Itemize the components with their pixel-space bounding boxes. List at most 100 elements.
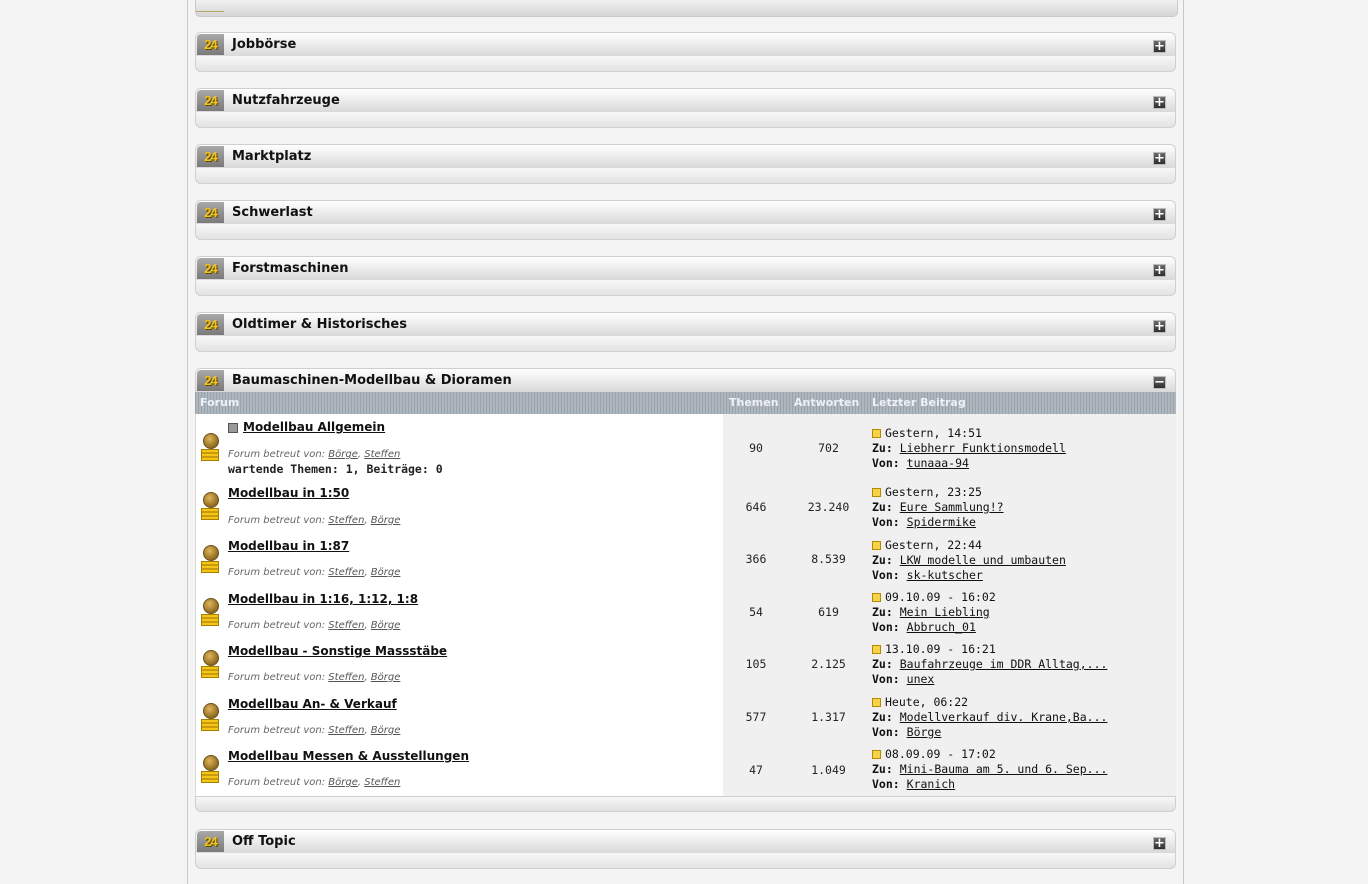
last-post-author-link[interactable]: sk-kutscher xyxy=(907,568,983,582)
forum-link[interactable]: Modellbau - Sonstige Massstäbe xyxy=(228,644,447,658)
post-icon xyxy=(872,698,881,707)
expand-icon[interactable]: + xyxy=(1153,152,1166,165)
category-off-topic: 24 Off Topic + xyxy=(195,829,1176,869)
last-post: 08.09.09 - 17:02 Zu: Mini-Bauma am 5. un… xyxy=(872,747,1108,791)
category-oldtimer: 24 Oldtimer & Historisches + xyxy=(195,312,1176,352)
category-badge-icon: 24 xyxy=(197,831,224,852)
forum-link[interactable]: Modellbau Allgemein xyxy=(243,420,385,434)
moderator-link[interactable]: Börge xyxy=(328,777,358,788)
forum-status-icon xyxy=(201,598,221,632)
forum-link[interactable]: Modellbau in 1:16, 1:12, 1:8 xyxy=(228,592,418,606)
category-title[interactable]: Marktplatz xyxy=(232,149,311,164)
forum-link[interactable]: Modellbau Messen & Ausstellungen xyxy=(228,749,469,763)
forum-status-icon xyxy=(201,433,221,467)
last-post-author-link[interactable]: unex xyxy=(907,672,935,686)
moderator-link[interactable]: Steffen xyxy=(328,515,364,526)
last-post-topic-link[interactable]: Liebherr Funktionsmodell xyxy=(900,441,1066,455)
column-letzter-beitrag: Letzter Beitrag xyxy=(872,396,966,409)
last-post-author-link[interactable]: Abbruch_01 xyxy=(907,620,976,634)
forum-moderators: Forum betreut von: Steffen, Börge xyxy=(228,567,401,578)
antworten-count: 1.317 xyxy=(811,710,846,724)
subforum-icon xyxy=(228,423,238,433)
last-post: Gestern, 14:51 Zu: Liebherr Funktionsmod… xyxy=(872,426,1066,470)
antworten-count: 619 xyxy=(818,605,839,619)
moderator-link[interactable]: Steffen xyxy=(364,449,400,460)
last-post-topic-link[interactable]: Mein Liebling xyxy=(900,605,990,619)
themen-count: 646 xyxy=(745,500,767,514)
antworten-count: 1.049 xyxy=(811,763,846,777)
moderator-link[interactable]: Börge xyxy=(371,620,401,631)
waiting-topics: wartende Themen: 1, Beiträge: 0 xyxy=(228,462,443,476)
last-post: Gestern, 23:25 Zu: Eure Sammlung!? Von: … xyxy=(872,485,1004,529)
forum-link[interactable]: Modellbau An- & Verkauf xyxy=(228,697,397,711)
antworten-count: 702 xyxy=(818,441,839,455)
forum-link[interactable]: Modellbau in 1:87 xyxy=(228,539,349,553)
forum-status-icon xyxy=(201,545,221,579)
category-badge-icon: 24 xyxy=(197,202,224,223)
post-icon xyxy=(872,750,881,759)
post-icon xyxy=(872,488,881,497)
forum-list: Modellbau Allgemein Forum betreut von: B… xyxy=(195,414,1176,796)
category-title[interactable]: Schwerlast xyxy=(232,205,313,220)
column-antworten: Antworten xyxy=(794,396,860,409)
forum-link[interactable]: Modellbau in 1:50 xyxy=(228,486,349,500)
last-post-author-link[interactable]: Börge xyxy=(907,725,942,739)
collapse-icon[interactable]: − xyxy=(1153,376,1166,389)
post-icon xyxy=(872,541,881,550)
moderator-link[interactable]: Börge xyxy=(328,449,358,460)
expand-icon[interactable]: + xyxy=(1153,320,1166,333)
category-schwerlast: 24 Schwerlast + xyxy=(195,200,1176,240)
moderator-link[interactable]: Steffen xyxy=(364,777,400,788)
moderator-link[interactable]: Börge xyxy=(371,515,401,526)
category-title[interactable]: Oldtimer & Historisches xyxy=(232,317,407,332)
moderator-link[interactable]: Börge xyxy=(371,567,401,578)
forum-moderators: Forum betreut von: Steffen, Börge xyxy=(228,515,401,526)
category-nutzfahrzeuge: 24 Nutzfahrzeuge + xyxy=(195,88,1176,128)
forum-moderators: Forum betreut von: Steffen, Börge xyxy=(228,672,401,683)
column-forum: Forum xyxy=(200,396,240,409)
category-baumaschinen-modellbau: 24 Baumaschinen-Modellbau & Dioramen − F… xyxy=(195,368,1176,812)
forum-moderators: Forum betreut von: Steffen, Börge xyxy=(228,620,401,631)
forum-table-header: Forum Themen Antworten Letzter Beitrag xyxy=(195,392,1176,414)
expand-icon[interactable]: + xyxy=(1153,40,1166,53)
forum-moderators: Forum betreut von: Börge, Steffen xyxy=(228,449,401,460)
last-post-topic-link[interactable]: Baufahrzeuge im DDR Alltag,... xyxy=(900,657,1108,671)
category-title[interactable]: Baumaschinen-Modellbau & Dioramen xyxy=(232,373,512,388)
themen-count: 54 xyxy=(749,605,763,619)
themen-count: 105 xyxy=(745,657,767,671)
expand-icon[interactable]: + xyxy=(1153,837,1166,850)
category-badge-icon: 24 xyxy=(197,146,224,167)
category-title[interactable]: Off Topic xyxy=(232,834,296,849)
expand-icon[interactable]: + xyxy=(1153,96,1166,109)
last-post-topic-link[interactable]: Eure Sammlung!? xyxy=(900,500,1004,514)
post-icon xyxy=(872,645,881,654)
last-post-author-link[interactable]: Spidermike xyxy=(907,515,976,529)
column-themen: Themen xyxy=(729,396,779,409)
post-icon xyxy=(872,429,881,438)
last-post-author-link[interactable]: Kranich xyxy=(907,777,955,791)
expand-icon[interactable]: + xyxy=(1153,264,1166,277)
forum-page: 24 Jobbörse + 24 Nutzfahrzeuge + 24 Mark… xyxy=(187,0,1184,884)
last-post: Heute, 06:22 Zu: Modellverkauf div. Kran… xyxy=(872,695,1108,739)
last-post-topic-link[interactable]: Mini-Bauma am 5. und 6. Sep... xyxy=(900,762,1108,776)
category-title[interactable]: Jobbörse xyxy=(232,37,296,52)
moderator-link[interactable]: Steffen xyxy=(328,725,364,736)
last-post-topic-link[interactable]: LKW modelle und umbauten xyxy=(900,553,1066,567)
category-title[interactable]: Nutzfahrzeuge xyxy=(232,93,340,108)
category-title[interactable]: Forstmaschinen xyxy=(232,261,348,276)
expand-icon[interactable]: + xyxy=(1153,208,1166,221)
moderator-link[interactable]: Börge xyxy=(371,672,401,683)
forum-status-icon xyxy=(201,755,221,789)
category-badge-icon: 24 xyxy=(197,90,224,111)
forum-status-icon xyxy=(201,492,221,526)
last-post-author-link[interactable]: tunaaa-94 xyxy=(907,456,969,470)
moderator-link[interactable]: Börge xyxy=(371,725,401,736)
moderator-link[interactable]: Steffen xyxy=(328,620,364,631)
moderator-link[interactable]: Steffen xyxy=(328,672,364,683)
forum-status-icon xyxy=(201,703,221,737)
last-post: 13.10.09 - 16:21 Zu: Baufahrzeuge im DDR… xyxy=(872,642,1108,686)
last-post-topic-link[interactable]: Modellverkauf div. Krane,Ba... xyxy=(900,710,1108,724)
category-jobboerse: 24 Jobbörse + xyxy=(195,32,1176,72)
antworten-count: 2.125 xyxy=(811,657,846,671)
moderator-link[interactable]: Steffen xyxy=(328,567,364,578)
